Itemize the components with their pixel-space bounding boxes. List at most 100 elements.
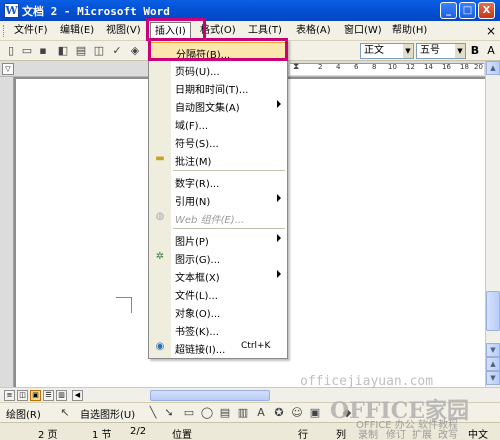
next-page-icon[interactable]: ▼ [486,371,500,385]
minimize-button[interactable]: _ [440,2,457,19]
style-value: 正文 [364,45,384,56]
menu-item-textbox[interactable]: 文本框(X) [149,266,287,284]
arrow-icon[interactable]: ➘ [162,406,176,420]
menu-item-field[interactable]: 域(F)... [149,114,287,132]
save-icon[interactable]: ▪ [36,44,50,58]
horizontal-scroll-thumb[interactable] [150,390,270,401]
line-icon[interactable]: ╲ [146,406,160,420]
menu-help[interactable]: 帮助(H) [388,23,431,39]
rectangle-icon[interactable]: ▭ [182,406,196,420]
menu-table[interactable]: 表格(A) [292,23,335,39]
menu-item-label: 域(F)... [175,121,209,132]
menu-file[interactable]: 文件(F) [10,23,52,39]
bold-button[interactable]: B [468,44,482,58]
menu-item-label: 符号(S)... [175,139,219,150]
ruler-number: 18 [460,63,469,71]
menu-item-label: 数字(R)... [175,179,220,190]
menu-separator [173,228,285,229]
menu-tools[interactable]: 工具(T) [244,23,286,39]
status-page: 2 页 [38,430,58,440]
vertical-textbox-icon[interactable]: ▥ [236,406,250,420]
menu-separator [173,170,285,171]
close-document-button[interactable]: × [486,23,496,39]
style-combo[interactable]: 正文 ▼ [360,43,414,59]
menu-item-page-numbers[interactable]: 页码(U)... [149,60,287,78]
menu-item-label: 图示(G)... [175,255,221,266]
normal-view-icon[interactable]: ≡ [4,390,15,401]
diagram-toolbar-icon[interactable]: ✪ [272,406,286,420]
web-view-icon[interactable]: ◫ [17,390,28,401]
comment-icon: ▬ [155,153,165,164]
menu-item-label: 日期和时间(T)... [175,85,249,96]
print-view-icon[interactable]: ▣ [30,390,41,401]
print-preview-icon[interactable]: ◫ [92,44,106,58]
hyperlink-icon: ◉ [155,341,165,352]
grow-font-button[interactable]: A [484,44,498,58]
menu-item-label: 自动图文集(A) [175,103,240,114]
menu-item-object[interactable]: 对象(O)... [149,302,287,320]
menu-item-label: 图片(P) [175,237,209,248]
indent-marker-icon[interactable]: ⧗ [293,62,299,72]
open-folder-icon[interactable]: ▭ [20,44,34,58]
scroll-down-icon[interactable]: ▼ [486,343,500,357]
clipart-icon[interactable]: ☺ [290,406,304,420]
status-position: 位置 [172,430,192,440]
menu-item-picture[interactable]: 图片(P) [149,230,287,248]
status-column: 列 [336,430,346,440]
tab-selector-icon[interactable]: ▽ [2,63,14,75]
font-size-dropdown-icon[interactable]: ▼ [455,44,465,58]
menu-item-symbol[interactable]: 符号(S)... [149,132,287,150]
outline-view-icon[interactable]: ☰ [43,390,54,401]
status-language: 中文 [468,430,488,440]
window-title: 文档 2 - Microsoft Word [22,5,170,18]
watermark-tagline: OFFICE 办公 软件教程 [356,420,458,431]
menu-item-autotext[interactable]: 自动图文集(A) [149,96,287,114]
vertical-scroll-thumb[interactable] [486,291,500,331]
scroll-left-icon[interactable]: ◀ [72,390,83,401]
autoshapes-button[interactable]: 自选图形(U) [80,406,135,421]
menu-item-date-time[interactable]: 日期和时间(T)... [149,78,287,96]
word-app-icon[interactable]: W [4,3,19,18]
menu-item-label: 批注(M) [175,157,212,168]
oval-icon[interactable]: ◯ [200,406,214,420]
menu-item-label: 文本框(X) [175,273,220,284]
wordart-icon[interactable]: A [254,406,268,420]
reading-view-icon[interactable]: ▥ [56,390,67,401]
menu-item-comment[interactable]: ▬ 批注(M) [149,150,287,168]
font-size-combo[interactable]: 五号 ▼ [416,43,466,59]
previous-page-icon[interactable]: ▲ [486,357,500,371]
style-dropdown-icon[interactable]: ▼ [403,44,413,58]
scroll-up-icon[interactable]: ▲ [486,61,500,75]
research-icon[interactable]: ◈ [128,44,142,58]
maximize-button[interactable]: □ [459,2,476,19]
permission-icon[interactable]: ◧ [56,44,70,58]
menu-window[interactable]: 窗口(W) [340,23,386,39]
new-document-icon[interactable]: ▯ [4,44,18,58]
menu-edit[interactable]: 编辑(E) [56,23,98,39]
menu-item-hyperlink[interactable]: ◉ 超链接(I)... Ctrl+K [149,338,287,356]
menu-bar: 文件(F) 编辑(E) 视图(V) 插入(I) 格式(O) 工具(T) 表格(A… [0,21,500,41]
menu-view[interactable]: 视图(V) [102,23,145,39]
insert-menu-dropdown: 分隔符(B)... 页码(U)... 日期和时间(T)... 自动图文集(A) … [148,39,288,359]
menu-item-diagram[interactable]: ✲ 图示(G)... [149,248,287,266]
menubar-grip[interactable] [3,25,6,37]
ruler-number: 6 [354,63,359,71]
menu-item-bookmark[interactable]: 书签(K)... [149,320,287,338]
menu-item-break[interactable]: 分隔符(B)... [149,42,287,61]
ruler-number: 4 [336,63,341,71]
spelling-icon[interactable]: ✓ [110,44,124,58]
submenu-arrow-icon [277,100,281,108]
menu-item-web-component: ◍ Web 组件(E)... [149,208,287,226]
menu-item-number[interactable]: 数字(R)... [149,172,287,190]
menu-item-file[interactable]: 文件(L)... [149,284,287,302]
close-window-button[interactable]: X [478,2,495,19]
select-objects-icon[interactable]: ↖ [58,406,72,420]
menu-item-reference[interactable]: 引用(N) [149,190,287,208]
font-size-value: 五号 [420,45,440,56]
draw-menu-button[interactable]: 绘图(R) [6,406,41,421]
print-icon[interactable]: ▤ [74,44,88,58]
menu-format[interactable]: 格式(O) [196,23,240,39]
picture-icon[interactable]: ▣ [308,406,322,420]
vertical-scrollbar[interactable]: ▲ ▼ ▲ ▼ [485,61,500,387]
textbox-icon[interactable]: ▤ [218,406,232,420]
